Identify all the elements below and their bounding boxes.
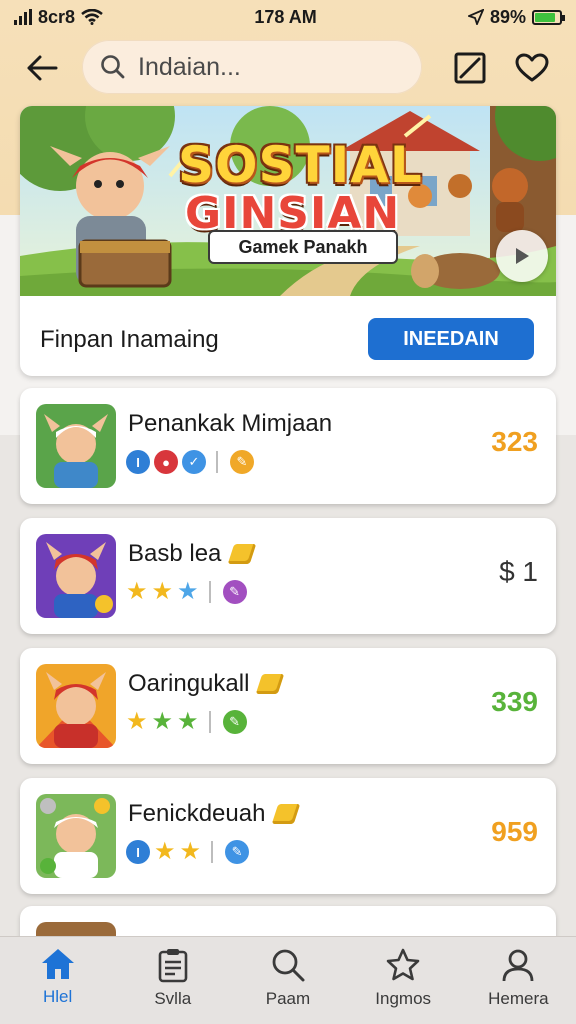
battery-icon: [532, 9, 565, 25]
signal-icon: [14, 9, 32, 25]
nav-item-favorites[interactable]: Ingmos: [348, 937, 458, 1024]
search-icon: [272, 949, 305, 982]
game-title: Oaringukall: [128, 670, 285, 698]
clipboard-icon: [158, 949, 188, 983]
banner-subtitle: Gamek Panakh: [208, 230, 398, 264]
banner-title-line1: SOSTIAL: [178, 136, 423, 194]
back-button[interactable]: [22, 48, 62, 88]
gold-tag-icon: [256, 674, 285, 694]
game-badges: ★ ★ ★ ✎: [126, 710, 247, 734]
wifi-icon: [81, 9, 103, 25]
star-icon: [386, 948, 420, 981]
carrier-label: 8cr8: [38, 6, 76, 27]
game-title: Penankak Mimjaan: [128, 410, 332, 438]
star-icon: ★: [177, 708, 199, 735]
profile-icon: [502, 949, 534, 982]
top-header: Indaian...: [0, 36, 576, 98]
game-thumbnail: [36, 534, 116, 618]
nav-item-profile[interactable]: Hemera: [463, 937, 573, 1024]
nav-label: Hlel: [42, 987, 73, 1006]
heart-icon: [515, 53, 549, 82]
check-badge-icon: ✓: [182, 450, 206, 474]
game-score: 339: [491, 686, 538, 717]
game-thumbnail: [36, 664, 116, 748]
tool-badge-icon: ✎: [230, 450, 254, 474]
game-name-text: Fenickdeuah: [128, 800, 266, 827]
game-badges: I ★ ★ ✎: [126, 838, 250, 865]
nav-label: Paam: [265, 989, 311, 1008]
banner-action-button[interactable]: INEEDAIN: [368, 318, 534, 360]
game-title: Fenickdeuah: [128, 800, 301, 828]
star-icon: ★: [151, 708, 174, 735]
battery-percent: 89%: [489, 6, 526, 27]
game-list-item[interactable]: Basb lea ★ ★ ★ ✎ $ 1: [20, 518, 556, 634]
play-icon: [516, 248, 529, 264]
star-icon: ★: [177, 578, 199, 605]
info-badge-icon: I: [126, 450, 150, 474]
star-icon: ★: [126, 578, 148, 605]
record-badge-icon: ●: [154, 450, 178, 474]
game-score: 323: [491, 426, 538, 457]
game-name-text: Penankak Mimjaan: [128, 410, 333, 437]
game-score: 959: [491, 816, 538, 847]
nav-item-search[interactable]: Paam: [233, 937, 343, 1024]
game-name-text: Basb lea: [128, 540, 222, 567]
status-left: 8cr8: [14, 7, 103, 28]
separator: [208, 711, 211, 733]
bottom-navigation: Hlel Svlla Paam Ingmos Hemera: [0, 936, 576, 1024]
nav-item-home[interactable]: Hlel: [3, 937, 113, 1024]
game-thumbnail: [36, 404, 116, 488]
nav-item-clipboard[interactable]: Svlla: [118, 937, 228, 1024]
location-arrow-icon: [467, 9, 484, 25]
star-icon: ★: [179, 838, 202, 865]
clock: 178 AM: [254, 6, 317, 27]
play-button[interactable]: [496, 230, 548, 282]
banner-label: Finpan Inamaing: [40, 326, 219, 353]
game-list-item[interactable]: Oaringukall ★ ★ ★ ✎ 339: [20, 648, 556, 764]
search-icon: [101, 55, 125, 79]
star-icon: ★: [126, 708, 148, 735]
gold-tag-icon: [228, 544, 257, 564]
game-thumbnail: [36, 794, 116, 878]
game-list-item[interactable]: Fenickdeuah I ★ ★ ✎ 959: [20, 778, 556, 894]
game-list-item[interactable]: Penankak Mimjaan I ● ✓ ✎ 323: [20, 388, 556, 504]
search-input[interactable]: Indaian...: [82, 40, 422, 94]
separator: [208, 581, 211, 603]
game-badges: I ● ✓ ✎: [126, 450, 254, 474]
tool-badge-icon: ✎: [222, 580, 247, 604]
gold-tag-icon: [272, 804, 301, 824]
favorite-button[interactable]: [512, 48, 552, 88]
edit-square-icon: [454, 52, 486, 84]
star-icon: ★: [151, 578, 174, 605]
search-text: Indaian...: [138, 52, 241, 81]
nav-label: Hemera: [488, 989, 549, 1008]
nav-label: Ingmos: [375, 989, 432, 1008]
edit-button[interactable]: [450, 48, 490, 88]
home-icon: [41, 949, 74, 979]
info-badge-icon: I: [126, 840, 150, 864]
status-bar: 8cr8 178 AM 89%: [0, 0, 576, 34]
featured-banner-card[interactable]: SOSTIAL GINSIAN Gamek Panakh Finpan Inam…: [20, 106, 556, 376]
game-title: Basb lea: [128, 540, 257, 568]
star-icon: ★: [154, 838, 176, 865]
status-right: 89%: [467, 6, 565, 28]
nav-label: Svlla: [154, 989, 192, 1008]
back-arrow-icon: [27, 55, 58, 81]
game-score: $ 1: [499, 556, 538, 587]
tool-badge-icon: ✎: [225, 840, 250, 864]
game-name-text: Oaringukall: [128, 670, 250, 697]
tool-badge-icon: ✎: [222, 710, 247, 734]
separator: [211, 841, 214, 863]
game-badges: ★ ★ ★ ✎: [126, 580, 247, 604]
separator: [216, 451, 218, 473]
